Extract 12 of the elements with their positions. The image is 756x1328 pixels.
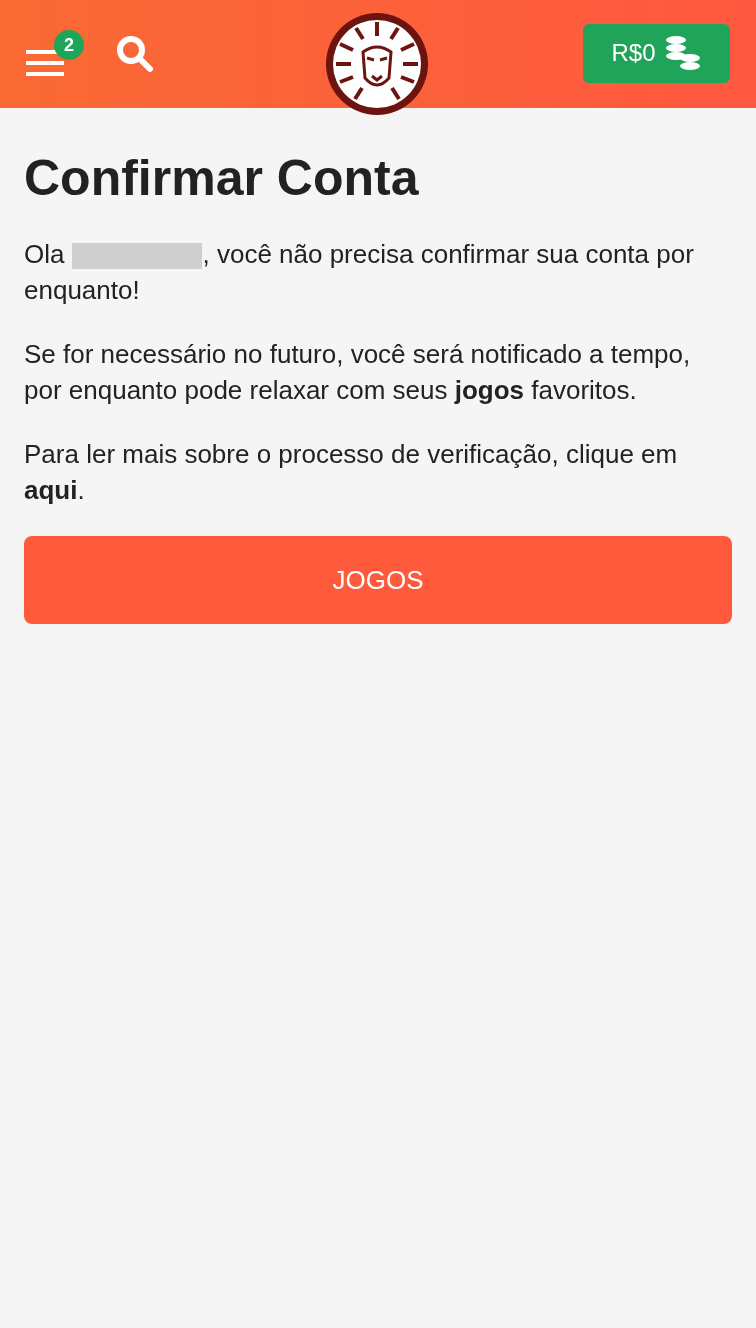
notification-badge: 2 <box>54 30 84 60</box>
here-link[interactable]: aqui <box>24 475 78 505</box>
coins-icon <box>663 34 702 72</box>
info-paragraph: Se for necessário no futuro, você será notificado a tempo, por enquanto pode relaxar com seus jogos favoritos. <box>24 338 692 407</box>
verification-paragraph: Para ler mais sobre o processo de verificação, clique em aqui. <box>24 438 679 507</box>
lion-logo-icon[interactable] <box>325 12 429 116</box>
greeting-paragraph: Ola , você não precisa confirmar sua conta por enquanto! <box>24 238 695 307</box>
balance-button[interactable]: R$0 <box>583 23 730 83</box>
games-button[interactable]: JOGOS <box>24 536 732 624</box>
menu-icon[interactable] <box>26 48 64 78</box>
page-title: Confirmar Conta <box>24 149 420 208</box>
search-icon[interactable] <box>116 35 154 73</box>
